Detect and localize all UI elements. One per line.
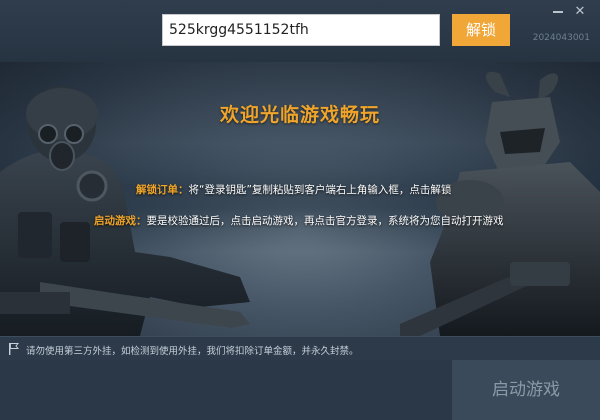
launch-instruction-text: 要是校验通过后，点击启动游戏，再点击官方登录，系统将为您自动打开游戏 [146,215,504,227]
welcome-title: 欢迎光临游戏畅玩 [219,104,380,126]
version-label: 2024043001 [532,33,590,43]
minimize-button[interactable] [550,4,566,20]
game-banner: 欢迎光临游戏畅玩 解锁订单：将“登录钥匙”复制粘贴到客户端右上角输入框，点击解锁… [0,62,600,336]
unlock-instruction-tag: 解锁订单： [136,184,189,196]
close-button[interactable]: ✕ [572,4,588,20]
launch-instruction: 启动游戏：要是校验通过后，点击启动游戏，再点击官方登录，系统将为您自动打开游戏 [94,213,504,228]
unlock-instruction: 解锁订单：将“登录钥匙”复制粘贴到客户端右上角输入框，点击解锁 [136,182,451,197]
close-icon: ✕ [574,4,586,19]
login-key-input[interactable] [162,14,440,46]
launcher-window: 解锁 2024043001 ✕ [0,0,600,420]
unlock-instruction-text: 将“登录钥匙”复制粘贴到客户端右上角输入框，点击解锁 [188,184,452,196]
start-game-button[interactable]: 启动游戏 [452,360,600,420]
unlock-button[interactable]: 解锁 [452,14,510,46]
launch-instruction-tag: 启动游戏： [94,215,147,227]
notice-text: 请勿使用第三方外挂，如检测到使用外挂，我们将扣除订单金额，并永久封禁。 [26,346,359,357]
top-bar: 解锁 2024043001 ✕ [0,0,600,62]
flag-icon [9,343,19,355]
minimize-icon [553,10,563,13]
notice-bar: 请勿使用第三方外挂，如检测到使用外挂，我们将扣除订单金额，并永久封禁。 [0,336,600,361]
